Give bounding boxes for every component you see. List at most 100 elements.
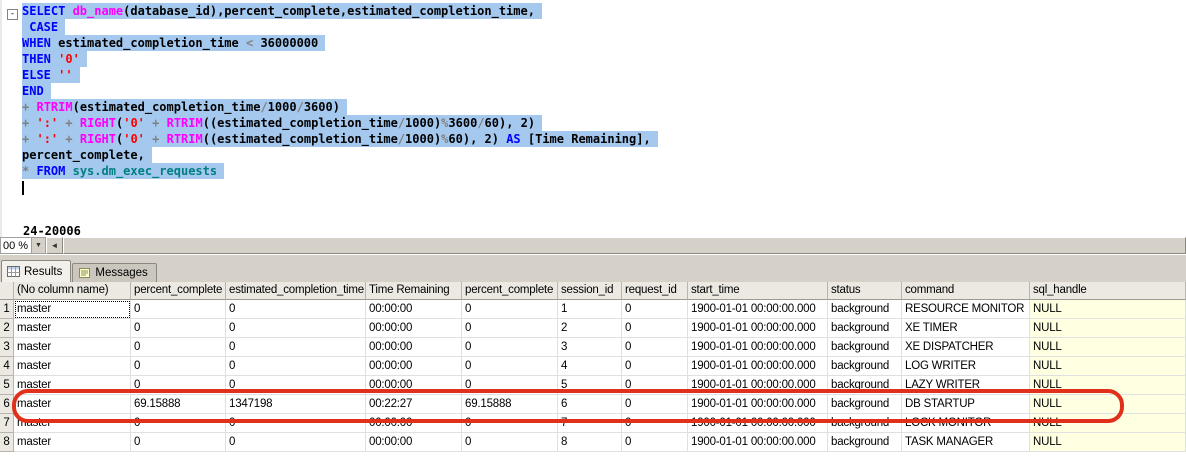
grid-cell[interactable]: 0	[226, 357, 366, 376]
row-header[interactable]: 3	[0, 338, 14, 357]
grid-cell[interactable]: 0	[226, 319, 366, 338]
grid-cell[interactable]: TASK MANAGER	[902, 433, 1030, 452]
grid-cell[interactable]: LOCK MONITOR	[902, 414, 1030, 433]
grid-cell[interactable]: 0	[462, 414, 558, 433]
grid-cell[interactable]: master	[14, 395, 131, 414]
grid-cell[interactable]: NULL	[1030, 338, 1186, 357]
grid-column-header[interactable]: request_id	[622, 282, 688, 300]
grid-cell[interactable]: 00:00:00	[366, 319, 462, 338]
grid-cell[interactable]: master	[14, 414, 131, 433]
zoom-combobox[interactable]: 00 % ▼	[0, 237, 46, 254]
grid-column-header[interactable]: percent_complete	[131, 282, 226, 300]
grid-cell[interactable]: master	[14, 338, 131, 357]
grid-cell[interactable]: NULL	[1030, 395, 1186, 414]
grid-cell[interactable]: 5	[558, 376, 622, 395]
grid-cell[interactable]: background	[828, 395, 902, 414]
grid-cell[interactable]: 0	[226, 414, 366, 433]
grid-column-header[interactable]: sql_handle	[1030, 282, 1186, 300]
grid-cell[interactable]: 00:22:27	[366, 395, 462, 414]
grid-cell[interactable]: 4	[558, 357, 622, 376]
grid-cell[interactable]: 00:00:00	[366, 300, 462, 319]
grid-cell[interactable]: 1347198	[226, 395, 366, 414]
grid-cell[interactable]: 8	[558, 433, 622, 452]
grid-cell[interactable]: LAZY WRITER	[902, 376, 1030, 395]
grid-cell[interactable]: 0	[226, 338, 366, 357]
grid-cell[interactable]: background	[828, 433, 902, 452]
row-header[interactable]: 5	[0, 376, 14, 395]
row-header[interactable]: 2	[0, 319, 14, 338]
grid-cell[interactable]: 3	[558, 338, 622, 357]
grid-cell[interactable]: background	[828, 319, 902, 338]
grid-cell[interactable]: XE DISPATCHER	[902, 338, 1030, 357]
grid-cell[interactable]: 6	[558, 395, 622, 414]
grid-cell[interactable]: 0	[226, 376, 366, 395]
grid-cell[interactable]: 0	[226, 433, 366, 452]
grid-cell[interactable]: 0	[462, 433, 558, 452]
grid-cell[interactable]: 0	[462, 300, 558, 319]
grid-cell[interactable]: 0	[622, 319, 688, 338]
grid-cell[interactable]: 0	[622, 300, 688, 319]
grid-cell[interactable]: 1900-01-01 00:00:00.000	[688, 433, 828, 452]
grid-cell[interactable]: master	[14, 433, 131, 452]
grid-cell[interactable]: 00:00:00	[366, 433, 462, 452]
grid-cell[interactable]: 0	[622, 433, 688, 452]
grid-cell[interactable]: 1	[558, 300, 622, 319]
grid-cell[interactable]: 2	[558, 319, 622, 338]
grid-cell[interactable]: background	[828, 300, 902, 319]
grid-cell[interactable]: 0	[462, 357, 558, 376]
grid-cell[interactable]: 0	[131, 414, 226, 433]
grid-cell[interactable]: master	[14, 376, 131, 395]
grid-cell[interactable]: 0	[622, 357, 688, 376]
grid-cell[interactable]: 1900-01-01 00:00:00.000	[688, 300, 828, 319]
grid-column-header[interactable]: percent_complete	[462, 282, 558, 300]
scrollbar-left-button[interactable]: ◄	[46, 237, 63, 254]
grid-cell[interactable]: 0	[131, 433, 226, 452]
grid-cell[interactable]: 0	[462, 338, 558, 357]
grid-cell[interactable]: 0	[131, 300, 226, 319]
row-header[interactable]: 7	[0, 414, 14, 433]
grid-cell[interactable]: 0	[622, 338, 688, 357]
grid-cell[interactable]: NULL	[1030, 300, 1186, 319]
zoom-dropdown-button[interactable]: ▼	[31, 238, 45, 253]
grid-cell[interactable]: 0	[131, 338, 226, 357]
grid-cell[interactable]: NULL	[1030, 376, 1186, 395]
grid-cell[interactable]: 0	[131, 319, 226, 338]
grid-cell[interactable]: NULL	[1030, 433, 1186, 452]
tab-results[interactable]: Results	[1, 260, 72, 282]
grid-cell[interactable]: 1900-01-01 00:00:00.000	[688, 338, 828, 357]
grid-cell[interactable]: RESOURCE MONITOR	[902, 300, 1030, 319]
grid-cell[interactable]: 7	[558, 414, 622, 433]
grid-cell[interactable]: NULL	[1030, 414, 1186, 433]
grid-cell[interactable]: 1900-01-01 00:00:00.000	[688, 395, 828, 414]
grid-column-header[interactable]: status	[828, 282, 902, 300]
grid-cell[interactable]: 00:00:00	[366, 357, 462, 376]
grid-cell[interactable]: background	[828, 376, 902, 395]
grid-cell[interactable]: master	[14, 300, 131, 319]
grid-cell[interactable]: LOG WRITER	[902, 357, 1030, 376]
grid-cell[interactable]: 1900-01-01 00:00:00.000	[688, 357, 828, 376]
grid-cell[interactable]: 0	[622, 376, 688, 395]
grid-column-header[interactable]: Time Remaining	[366, 282, 462, 300]
grid-cell[interactable]: 0	[622, 395, 688, 414]
grid-cell[interactable]: 0	[462, 319, 558, 338]
grid-corner-cell[interactable]	[0, 282, 14, 300]
grid-cell[interactable]: 0	[131, 376, 226, 395]
code-fold-toggle[interactable]: -	[7, 9, 18, 20]
grid-cell[interactable]: background	[828, 357, 902, 376]
grid-cell[interactable]: 69.15888	[462, 395, 558, 414]
grid-cell[interactable]: 1900-01-01 00:00:00.000	[688, 376, 828, 395]
grid-column-header[interactable]: session_id	[558, 282, 622, 300]
grid-column-header[interactable]: start_time	[688, 282, 828, 300]
sql-editor[interactable]: - SELECT db_name(database_id),percent_co…	[0, 0, 1186, 237]
grid-cell[interactable]: master	[14, 319, 131, 338]
grid-cell[interactable]: DB STARTUP	[902, 395, 1030, 414]
grid-cell[interactable]: 1900-01-01 00:00:00.000	[688, 414, 828, 433]
grid-cell[interactable]: 0	[462, 376, 558, 395]
grid-cell[interactable]: background	[828, 338, 902, 357]
row-header[interactable]: 6	[0, 395, 14, 414]
grid-cell[interactable]: 0	[622, 414, 688, 433]
grid-column-header[interactable]: command	[902, 282, 1030, 300]
grid-cell[interactable]: background	[828, 414, 902, 433]
row-header[interactable]: 4	[0, 357, 14, 376]
tab-messages[interactable]: Messages	[72, 263, 157, 282]
